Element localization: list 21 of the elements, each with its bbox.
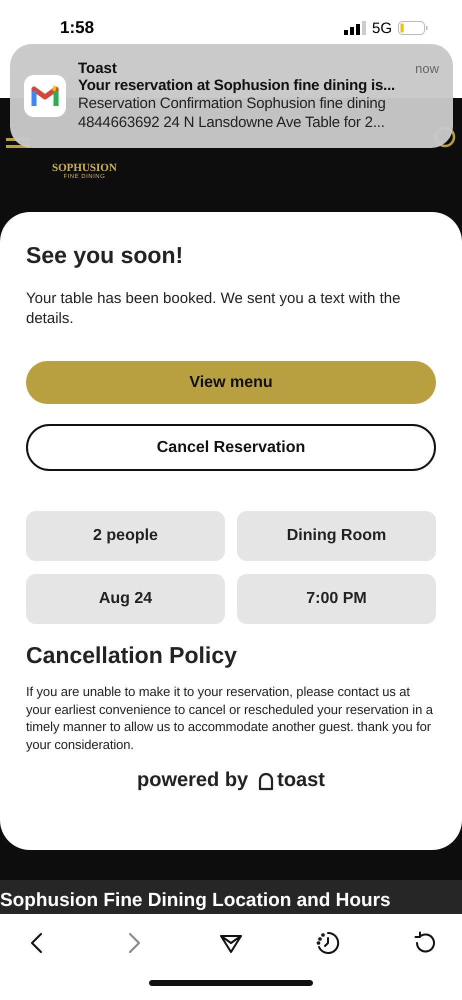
policy-text: If you are unable to make it to your reservation, please contact us at your earliest convenience to cancel or rescheduled your reservation in a timely manner to allow us to accommodate another guest. thank you for your consideration. [26,683,434,753]
reservation-detail: Dining Room [237,511,436,561]
reservation-detail: 7:00 PM [237,574,436,624]
network-label: 5G [372,20,392,36]
notification-body: Reservation Confirmation Sophusion fine dining 4844663692 24 N Lansdowne Ave Table for 2... [78,94,387,132]
policy-title: Cancellation Policy [26,642,238,669]
logo-name: SOPHUSION [52,162,117,174]
powered-by-label: powered by [137,769,248,792]
status-time: 1:58 [60,18,94,38]
cancel-button[interactable]: Cancel Reservation [26,424,436,471]
section-heading: Sophusion Fine Dining Location and Hours [0,890,391,912]
reservation-detail: 2 people [26,511,225,561]
notification-title: Your reservation at Sophusion fine dining is... [78,77,396,94]
notification-app: Toast [78,60,117,77]
reservation-detail: Aug 24 [26,574,225,624]
brand-name: toast [277,769,325,792]
notification-banner[interactable]: Toast now Your reservation at Sophusion fine dining is... Reservation Confirmation Sophusion fine dining 4844663692 24 N Lansdowne Ave Table for 2... [10,44,453,148]
view-menu-button[interactable]: View menu [26,361,436,404]
notification-time: now [415,61,439,76]
dialog-title: See you soon! [26,242,184,269]
dialog-message: Your table has been booked. We sent you a text with the details. [26,289,402,329]
